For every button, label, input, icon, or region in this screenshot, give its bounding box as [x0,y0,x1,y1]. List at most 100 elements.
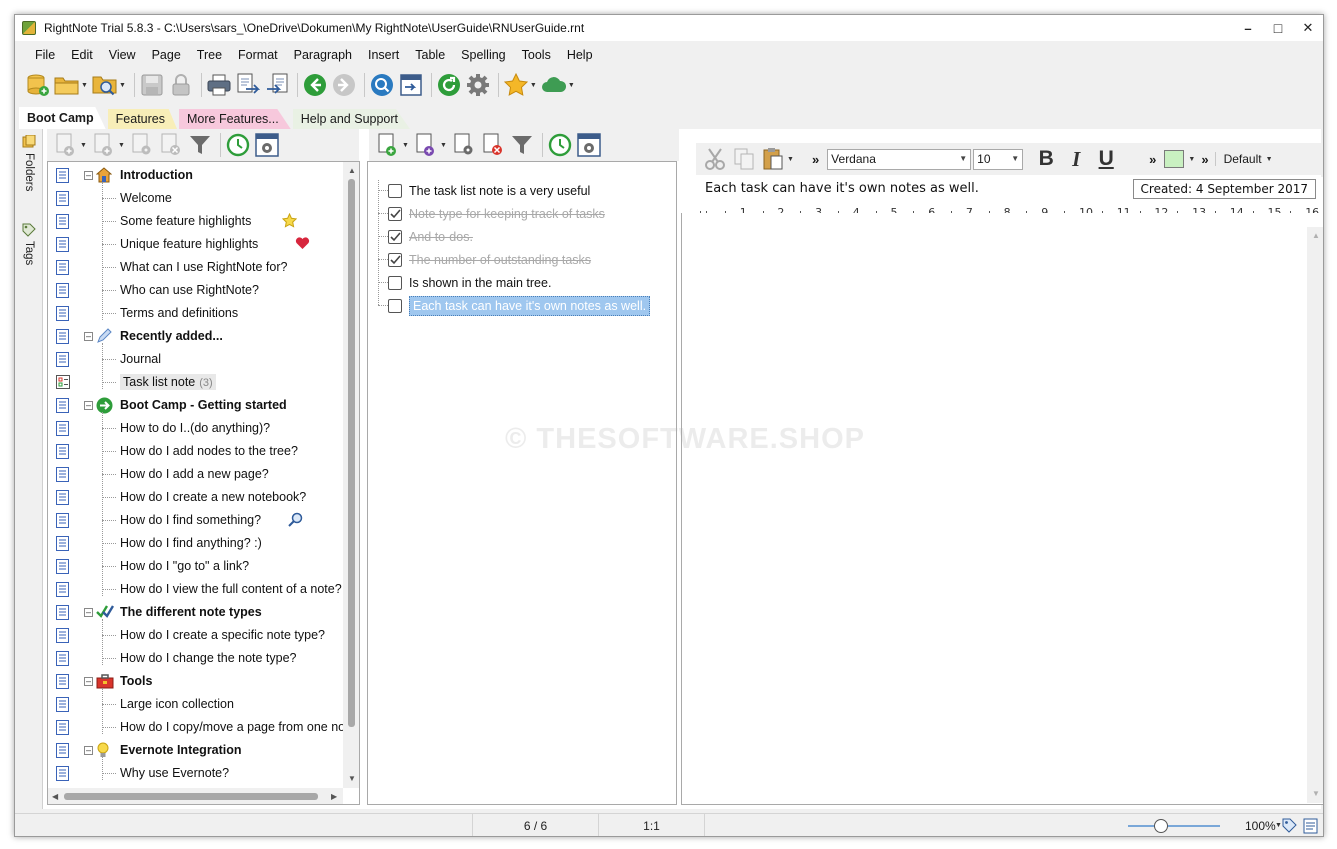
tree-folder-node[interactable]: – The different note types [48,601,348,624]
tree-node[interactable]: Terms and definitions [48,302,348,325]
tree-vertical-scrollbar[interactable]: ▲ ▼ [343,162,359,788]
tree-add-node-button[interactable] [53,132,79,158]
bold-button[interactable]: B [1031,147,1061,171]
task-item[interactable]: The task list note is a very useful [378,179,590,202]
tree-folder-node[interactable]: – Evernote Integration [48,739,348,762]
task-item[interactable]: Each task can have it's own notes as wel… [378,294,651,317]
menu-spelling[interactable]: Spelling [453,48,513,62]
goto-button[interactable] [398,72,424,98]
underline-button[interactable]: U [1091,147,1121,171]
tree-folder-node[interactable]: – Recently added... [48,325,348,348]
note-status-icon[interactable] [1303,818,1319,834]
collapse-toggle-icon[interactable]: – [84,746,93,755]
scroll-left-arrow-icon[interactable]: ◀ [52,792,58,801]
browse-button[interactable] [92,72,118,98]
task-item[interactable]: Note type for keeping track of tasks [378,202,605,225]
lock-button[interactable] [168,72,194,98]
task-item[interactable]: Is shown in the main tree. [378,271,551,294]
forward-button[interactable] [331,72,357,98]
tags-side-tab[interactable]: Tags [22,223,36,265]
zoom-slider-track[interactable] [1128,825,1220,827]
tree-node[interactable]: How do I copy/move a page from one not [48,716,349,739]
scroll-right-arrow-icon[interactable]: ▶ [331,792,337,801]
open-dropdown-arrow-icon[interactable]: ▼ [81,82,88,89]
close-button[interactable]: ✕ [1293,15,1323,41]
task-checkbox[interactable] [388,298,402,313]
tree-folder-node[interactable]: – Introduction [48,164,348,187]
task-add-child-button[interactable] [413,132,439,158]
style-overflow-chevron-icon[interactable]: » [1201,152,1208,167]
tree-node[interactable]: How do I find something? [48,509,348,532]
paragraph-style-select[interactable]: Default [1214,152,1262,166]
collapse-toggle-icon[interactable]: – [84,171,93,180]
editor-scroll-down-arrow-icon[interactable]: ▼ [1312,789,1320,798]
cloud-dropdown-arrow-icon[interactable]: ▼ [568,82,575,89]
tree-node[interactable]: Who can use RightNote? [48,279,348,302]
menu-view[interactable]: View [101,48,144,62]
zoom-slider-thumb[interactable] [1154,819,1168,833]
open-notebook-button[interactable] [54,72,80,98]
editor-pane[interactable]: ▲ ▼ [681,213,1323,805]
tree-add-dropdown-arrow-icon[interactable]: ▼ [80,142,87,149]
format-overflow-chevron-icon[interactable]: » [1149,152,1156,167]
export-button[interactable] [235,72,261,98]
highlight-color-swatch[interactable] [1164,150,1185,168]
highlight-dropdown-arrow-icon[interactable]: ▼ [1188,156,1195,163]
folders-side-tab[interactable]: Folders [22,135,36,191]
tree-add-child-button[interactable] [91,132,117,158]
print-button[interactable] [206,72,232,98]
cloud-sync-button[interactable] [541,72,567,98]
tree-horizontal-scrollbar[interactable]: ◀ ▶ [48,788,343,804]
menu-help[interactable]: Help [559,48,601,62]
copy-button[interactable] [731,146,757,172]
menu-tools[interactable]: Tools [514,48,559,62]
tree-node[interactable]: What can I use RightNote for? [48,256,348,279]
tree-node[interactable]: Unique feature highlights [48,233,348,256]
task-item[interactable]: And to-dos. [378,225,473,248]
tree-node[interactable]: How do I "go to" a link? [48,555,348,578]
task-checkbox[interactable] [388,206,402,221]
tree-node[interactable]: How do I view the full content of a note… [48,578,348,601]
menu-tree[interactable]: Tree [189,48,230,62]
tree-node[interactable]: How do I create a specific note type? [48,624,348,647]
search-button[interactable] [369,72,395,98]
collapse-toggle-icon[interactable]: – [84,608,93,617]
task-filter-button[interactable] [509,132,535,158]
tree-node[interactable]: How do I find anything? :) [48,532,348,555]
tree-node[interactable]: Why use Evernote? [48,762,348,785]
collapse-toggle-icon[interactable]: – [84,677,93,686]
editor-vertical-scrollbar[interactable]: ▲ ▼ [1307,227,1323,803]
tree-h-scroll-thumb[interactable] [64,793,318,800]
task-checkbox[interactable] [388,275,402,290]
toolbar-overflow-chevron-icon[interactable]: » [812,152,819,167]
zoom-level[interactable]: 100% [1245,819,1276,833]
tree-node[interactable]: Some feature highlights [48,210,348,233]
task-checkbox[interactable] [388,229,402,244]
task-delete-button[interactable] [480,132,506,158]
tree-node[interactable]: How do I add a new page? [48,463,348,486]
task-item[interactable]: The number of outstanding tasks [378,248,591,271]
tab-boot-camp[interactable]: Boot Camp [19,107,106,129]
font-size-select[interactable]: 10 ▼ [973,148,1024,170]
tree-folder-node[interactable]: – Tools [48,670,348,693]
zoom-dropdown-arrow-icon[interactable]: ▼ [1275,822,1282,829]
menu-insert[interactable]: Insert [360,48,407,62]
paste-dropdown-arrow-icon[interactable]: ▼ [787,156,794,163]
font-family-select[interactable]: Verdana ▼ [827,148,972,170]
style-dropdown-arrow-icon[interactable]: ▼ [1266,156,1273,163]
tree-properties-button[interactable] [129,132,155,158]
tree-filter-button[interactable] [187,132,213,158]
task-add-dropdown-arrow-icon[interactable]: ▼ [402,142,409,149]
tree-history-button[interactable] [225,132,251,158]
cut-button[interactable] [702,146,728,172]
italic-button[interactable]: I [1061,147,1091,172]
favorites-button[interactable] [503,72,529,98]
menu-file[interactable]: File [27,48,63,62]
tab-more-features[interactable]: More Features... [179,109,291,129]
refresh-button[interactable] [436,72,462,98]
collapse-toggle-icon[interactable]: – [84,401,93,410]
favorites-dropdown-arrow-icon[interactable]: ▼ [530,82,537,89]
tree-node[interactable]: How to do I..(do anything)? [48,417,348,440]
scroll-up-arrow-icon[interactable]: ▲ [348,166,356,175]
task-history-button[interactable] [547,132,573,158]
